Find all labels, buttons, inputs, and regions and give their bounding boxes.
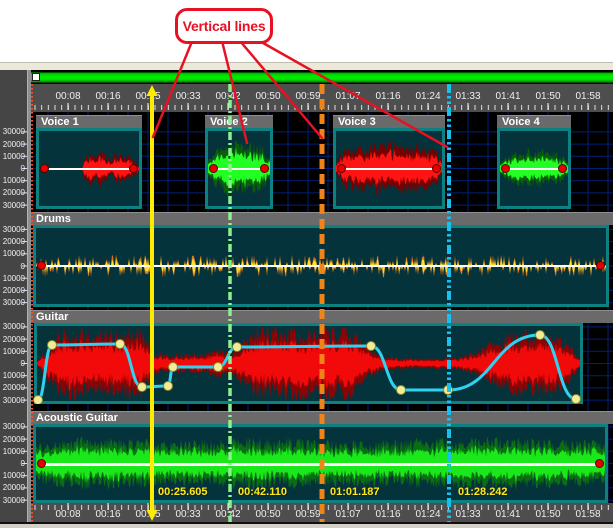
window-bottom-strip [0,522,613,528]
audio-editor-window: Vertical lines 30000 20000 10000 0 10000 2000… [0,0,613,528]
scale-label: 10000 [0,447,25,456]
marker-timestamp: 01:01.187 [330,486,380,498]
marker-lines [31,84,613,522]
overview-position-square[interactable] [32,73,40,81]
scale-label: 20000 [0,237,25,246]
playhead-arrow-up [147,85,158,96]
playhead-arrow-down [147,510,158,521]
marker-timestamp: 01:28.242 [458,486,508,498]
scale-label: 20000 [0,483,25,492]
arranger-area: 00:0800:1600:2500:3300:4200:5000:5901:07… [31,70,613,522]
scale-label: 20000 [0,286,25,295]
scale-label: 30000 [0,496,25,505]
scale-label: 10000 [0,471,25,480]
amplitude-scale-column: 30000 20000 10000 0 10000 20000 30000 30000 2000… [0,70,27,522]
marker-timestamp: 00:25.605 [158,486,208,498]
scale-label: 10000 [0,371,25,380]
scale-label: 0 [0,359,25,368]
scale-label: 20000 [0,188,25,197]
scale-label: 10000 [0,347,25,356]
callout-vertical-lines: Vertical lines [175,8,273,44]
scale-label: 0 [0,262,25,271]
scale-label: 0 [0,459,25,468]
scale-label: 30000 [0,396,25,405]
scale-label: 20000 [0,335,25,344]
window-top-strip [0,62,613,70]
scale-label: 20000 [0,383,25,392]
scale-label: 20000 [0,140,25,149]
scale-label: 30000 [0,127,25,136]
marker-timestamp: 00:42.110 [238,486,287,498]
scale-label: 30000 [0,298,25,307]
scale-label: 30000 [0,201,25,210]
scale-label: 10000 [0,152,25,161]
scale-label: 20000 [0,435,25,444]
scale-label: 10000 [0,274,25,283]
scale-label: 30000 [0,225,25,234]
scale-label: 0 [0,164,25,173]
callout-label: Vertical lines [183,18,266,34]
scale-label: 10000 [0,249,25,258]
scale-label: 30000 [0,322,25,331]
scale-label: 10000 [0,176,25,185]
scale-label: 30000 [0,422,25,431]
overview-bar[interactable] [31,72,613,83]
